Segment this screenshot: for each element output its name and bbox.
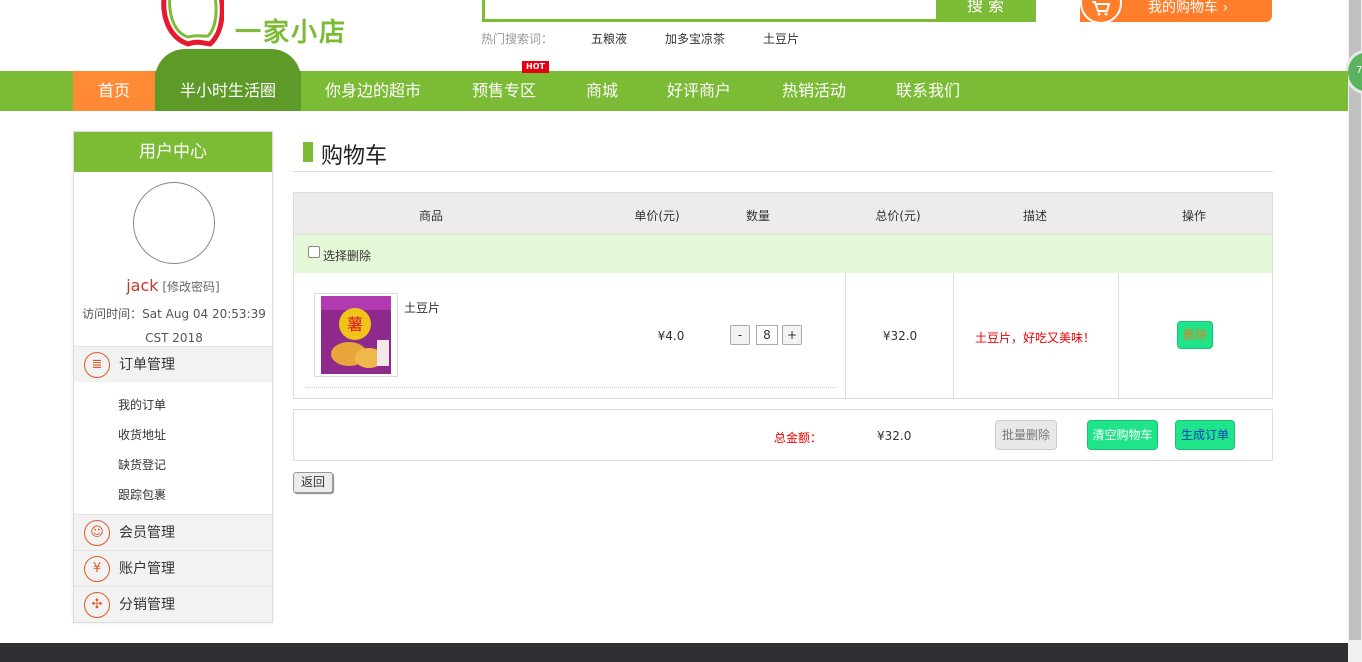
sidebar-subitem-address[interactable]: 收货地址 [118, 426, 166, 443]
page: 一家小店 搜 索 热门搜索词：五粮液加多宝凉茶土豆片 我的购物车 › 7? 首页… [0, 0, 1362, 662]
nav-item-contact[interactable]: 联系我们 [886, 71, 970, 111]
column-divider [845, 273, 846, 398]
cart-table: 商品 单价(元) 数量 总价(元) 描述 操作 选择删除 薯 土豆片 ¥4.0 … [293, 192, 1273, 399]
sidebar-item-label: 会员管理 [119, 525, 175, 541]
change-password-link[interactable]: [修改密码] [162, 280, 219, 294]
member-icon: ☺ [84, 520, 110, 546]
nav-item-presale[interactable]: 预售专区 [462, 71, 546, 111]
footer [0, 643, 1348, 662]
sidebar-subitem-out-of-stock[interactable]: 缺货登记 [118, 456, 166, 473]
svg-text:薯: 薯 [347, 315, 363, 334]
hot-word-link[interactable]: 五粮液 [591, 32, 627, 46]
user-info: jack [修改密码] [74, 276, 272, 295]
column-header: 商品 [418, 209, 444, 223]
my-cart-button[interactable]: 我的购物车 › [1080, 0, 1272, 24]
nav-item-home[interactable]: 首页 [73, 71, 155, 111]
hot-search-label: 热门搜索词： [481, 32, 554, 46]
title-accent-bar [303, 142, 313, 162]
column-header: 单价(元) [634, 209, 680, 223]
sidebar-item-member-management[interactable]: ☺ 会员管理 [74, 514, 272, 550]
cart-icon [1080, 0, 1122, 24]
sidebar-item-label: 账户管理 [119, 561, 175, 577]
hot-search-words: 热门搜索词： 五粮液 加多宝凉茶 土豆片 [481, 30, 837, 47]
quantity-input[interactable]: 8 [756, 325, 778, 345]
quantity-decrease-button[interactable]: - [730, 325, 750, 345]
total-amount-value: ¥32.0 [877, 429, 912, 443]
batch-delete-button[interactable]: 批量删除 [995, 420, 1057, 450]
sidebar-item-account-management[interactable]: ¥ 账户管理 [74, 550, 272, 586]
sidebar-item-label: 订单管理 [119, 357, 175, 373]
select-delete-row: 选择删除 [294, 235, 1272, 273]
scrollbar-thumb[interactable] [1349, 0, 1361, 640]
nav-item-rated-merchants[interactable]: 好评商户 [657, 71, 741, 111]
hot-badge: HOT [522, 61, 549, 73]
nav-item-hot-events[interactable]: 热销活动 [772, 71, 856, 111]
cart-summary: 总金额： ¥32.0 批量删除 清空购物车 生成订单 [293, 409, 1273, 461]
clear-cart-button[interactable]: 清空购物车 [1087, 420, 1158, 450]
username: jack [126, 276, 159, 295]
column-divider [953, 273, 954, 398]
sidebar-item-label: 分销管理 [119, 597, 175, 613]
sidebar-item-order-management[interactable]: ≣ 订单管理 [74, 346, 272, 382]
row-divider [305, 387, 835, 388]
item-description: 土豆片，好吃又美味！ [974, 331, 1096, 345]
title-divider [293, 171, 1273, 172]
hot-word-link[interactable]: 加多宝凉茶 [665, 32, 725, 46]
product-name[interactable]: 土豆片 [404, 299, 440, 316]
quantity-increase-button[interactable]: + [782, 325, 802, 345]
unit-price: ¥4.0 [657, 329, 685, 343]
avatar[interactable] [133, 182, 215, 264]
hot-word-link[interactable]: 土豆片 [763, 32, 799, 46]
cart-table-header: 商品 单价(元) 数量 总价(元) 描述 操作 [294, 193, 1272, 235]
delete-item-button[interactable]: 删除 [1177, 321, 1213, 349]
item-total: ¥32.0 [882, 329, 918, 343]
sidebar-subitem-my-orders[interactable]: 我的订单 [118, 396, 166, 413]
total-amount-label: 总金额： [774, 431, 823, 445]
column-divider [1118, 273, 1119, 398]
nav-item-half-hour[interactable]: 半小时生活圈 [155, 71, 301, 111]
column-header: 描述 [1022, 209, 1048, 223]
potato-chips-bag-icon: 薯 [321, 296, 391, 374]
product-image[interactable]: 薯 [314, 293, 398, 377]
user-sidebar: 用户中心 jack [修改密码] 访问时间：Sat Aug 04 20:53:3… [73, 131, 273, 623]
nav-item-supermarket[interactable]: 你身边的超市 [313, 71, 433, 111]
visit-time-line: 访问时间：Sat Aug 04 20:53:39 [82, 307, 266, 321]
column-header: 总价(元) [875, 209, 921, 223]
share-icon: ✣ [84, 592, 110, 618]
apple-logo-icon [161, 0, 224, 47]
page-title: 购物车 [321, 144, 388, 169]
my-cart-label: 我的购物车 › [1148, 0, 1229, 16]
sidebar-title: 用户中心 [74, 132, 272, 172]
back-button[interactable]: 返回 [293, 472, 333, 493]
main-nav: 首页 半小时生活圈 你身边的超市 预售专区 商城 好评商户 热销活动 联系我们 [0, 71, 1348, 111]
select-delete-checkbox[interactable] [308, 246, 320, 258]
column-header: 操作 [1181, 209, 1207, 223]
yen-icon: ¥ [84, 556, 110, 582]
column-header: 数量 [745, 209, 771, 223]
logo-text: 一家小店 [235, 18, 348, 48]
generate-order-button[interactable]: 生成订单 [1175, 420, 1235, 450]
sidebar-item-distribution-management[interactable]: ✣ 分销管理 [74, 586, 272, 622]
nav-item-mall[interactable]: 商城 [572, 71, 632, 111]
search-button[interactable]: 搜 索 [936, 0, 1035, 22]
sidebar-subitem-track-package[interactable]: 跟踪包裹 [118, 486, 166, 503]
order-icon: ≣ [84, 352, 110, 378]
select-delete-label: 选择删除 [323, 249, 372, 263]
visit-time: 访问时间：Sat Aug 04 20:53:39 CST 2018 [82, 302, 266, 350]
